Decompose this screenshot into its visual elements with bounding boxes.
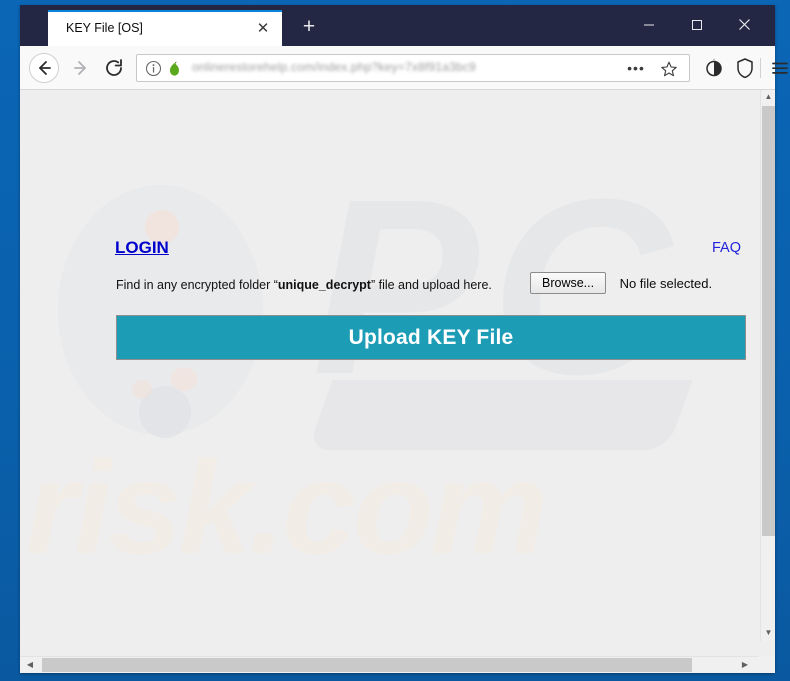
- address-bar[interactable]: onlinerestorehelp.com/index.php?key=7x8f…: [136, 54, 690, 82]
- instructions-filename: unique_decrypt: [277, 278, 371, 292]
- browser-tab-key-file[interactable]: KEY File [OS] ✕: [48, 10, 282, 46]
- vertical-scrollbar-thumb[interactable]: [762, 106, 775, 536]
- reload-button[interactable]: [99, 53, 129, 83]
- hamburger-menu-icon[interactable]: [767, 55, 790, 81]
- page-content: LOGIN FAQ Find in any encrypted folder “…: [20, 90, 760, 656]
- maximize-window-button[interactable]: [674, 9, 719, 39]
- instructions-prefix: Find in any encrypted folder “: [116, 278, 278, 292]
- close-icon: [739, 18, 750, 30]
- scroll-right-arrow-icon[interactable]: ▶: [737, 657, 753, 673]
- new-tab-button[interactable]: +: [296, 15, 322, 41]
- file-input-row: Browse... No file selected.: [530, 272, 712, 294]
- upload-instructions: Find in any encrypted folder “unique_dec…: [116, 278, 492, 292]
- close-window-button[interactable]: [722, 9, 767, 39]
- browse-button[interactable]: Browse...: [530, 272, 607, 294]
- faq-link[interactable]: FAQ: [712, 240, 741, 256]
- tab-title: KEY File [OS]: [66, 21, 143, 35]
- scrollbar-corner: [759, 656, 775, 673]
- scroll-down-arrow-icon[interactable]: ▼: [761, 626, 776, 641]
- star-icon[interactable]: [659, 60, 679, 78]
- shield-icon[interactable]: [732, 55, 758, 81]
- minimize-window-button[interactable]: [626, 9, 671, 39]
- page-viewport: PC risk.com LOGIN FAQ Find in any encryp…: [20, 90, 775, 656]
- close-tab-icon[interactable]: ✕: [254, 20, 272, 38]
- address-bar-url: onlinerestorehelp.com/index.php?key=7x8f…: [192, 60, 476, 74]
- scroll-up-arrow-icon[interactable]: ▲: [761, 90, 776, 105]
- site-favicon-icon: [170, 61, 179, 76]
- file-selection-status: No file selected.: [619, 275, 713, 291]
- page-actions-button[interactable]: •••: [625, 60, 647, 78]
- browser-window: KEY File [OS] ✕ + onlinerestorehelp.com/…: [20, 5, 788, 673]
- vertical-scrollbar[interactable]: ▲ ▼: [760, 90, 775, 641]
- web-page: PC risk.com LOGIN FAQ Find in any encryp…: [20, 90, 760, 656]
- maximize-icon: [691, 19, 702, 30]
- info-circle-icon[interactable]: [145, 60, 162, 77]
- toolbar-divider: [760, 58, 761, 78]
- horizontal-scrollbar-thumb[interactable]: [42, 658, 692, 672]
- scroll-left-arrow-icon[interactable]: ◀: [22, 657, 38, 673]
- navigation-toolbar: onlinerestorehelp.com/index.php?key=7x8f…: [20, 46, 788, 90]
- title-bar: KEY File [OS] ✕ +: [20, 5, 775, 46]
- horizontal-scrollbar[interactable]: ◀ ▶: [20, 656, 775, 673]
- back-arrow-icon: [39, 61, 51, 75]
- forward-button[interactable]: [66, 53, 96, 83]
- login-link[interactable]: LOGIN: [115, 238, 169, 258]
- forward-arrow-icon: [74, 61, 86, 75]
- minimize-icon: [643, 24, 654, 26]
- back-button[interactable]: [26, 53, 59, 83]
- upload-key-file-button[interactable]: Upload KEY File: [116, 315, 746, 360]
- reader-mode-icon[interactable]: [701, 55, 727, 81]
- desktop-background: KEY File [OS] ✕ + onlinerestorehelp.com/…: [0, 0, 790, 681]
- reload-icon: [106, 59, 122, 76]
- instructions-suffix: ” file and upload here.: [370, 278, 492, 292]
